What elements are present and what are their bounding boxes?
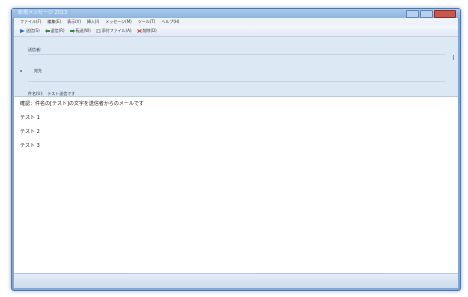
delete-button-label: 削除(D) bbox=[142, 28, 157, 33]
menu-message[interactable]: メッセージ(M) bbox=[105, 19, 132, 25]
attach-icon bbox=[96, 29, 100, 33]
toolbar: 送信(S) 返信(R) 転送(W) 添付ファイル(A) 削除(D) bbox=[14, 26, 458, 37]
body-text-line: 確認：件名の[テスト]の文字を送信者からのメールです bbox=[20, 101, 144, 107]
send-button-label: 送信(S) bbox=[26, 28, 40, 33]
reply-button[interactable]: 返信(R) bbox=[44, 28, 65, 34]
sender-label: 送信者: bbox=[28, 47, 42, 52]
subject-label: 件名(U): bbox=[28, 91, 44, 96]
message-body[interactable]: 確認：件名の[テスト]の文字を送信者からのメールです テスト 1 テスト 2 テ… bbox=[14, 97, 458, 273]
body-text-line: テスト 3 bbox=[20, 143, 40, 149]
body-text-line: テスト 1 bbox=[20, 115, 40, 121]
attach-button[interactable]: 添付ファイル(A) bbox=[96, 28, 132, 34]
title-bar[interactable]: 新規メッセージ 2013 bbox=[12, 9, 460, 18]
close-button[interactable] bbox=[434, 10, 456, 18]
reply-button-label: 返信(R) bbox=[50, 28, 65, 33]
header-divider bbox=[28, 54, 446, 55]
forward-button-label: 転送(W) bbox=[75, 28, 91, 33]
menu-help[interactable]: ヘルプ(H) bbox=[161, 19, 179, 25]
status-bar bbox=[14, 273, 458, 288]
menu-view[interactable]: 表示(V) bbox=[67, 19, 81, 25]
menu-tools[interactable]: ツール(T) bbox=[138, 19, 156, 25]
reply-icon bbox=[44, 29, 50, 33]
mail-compose-window: 新規メッセージ 2013 ファイル(F) 編集(E) 表示(V) 挿入(I) メ… bbox=[11, 8, 461, 291]
message-header: 送信者: 宛先 件名(U): テスト送信です bbox=[14, 37, 458, 97]
menu-bar: ファイル(F) 編集(E) 表示(V) 挿入(I) メッセージ(M) ツール(T… bbox=[14, 18, 458, 26]
attach-button-label: 添付ファイル(A) bbox=[101, 28, 132, 33]
minimize-button[interactable] bbox=[406, 10, 419, 18]
delete-icon bbox=[136, 29, 142, 33]
to-label[interactable]: 宛先 bbox=[34, 68, 42, 74]
maximize-button[interactable] bbox=[420, 10, 433, 18]
menu-insert[interactable]: 挿入(I) bbox=[87, 19, 99, 25]
body-text-line: テスト 2 bbox=[20, 129, 40, 135]
bullet-icon bbox=[20, 70, 22, 72]
send-icon bbox=[20, 29, 25, 33]
forward-icon bbox=[69, 29, 75, 33]
resize-marker bbox=[453, 55, 454, 60]
menu-file[interactable]: ファイル(F) bbox=[20, 19, 41, 25]
delete-button[interactable]: 削除(D) bbox=[136, 28, 157, 34]
window-controls bbox=[406, 10, 456, 18]
window-title: 新規メッセージ 2013 bbox=[18, 10, 68, 16]
header-divider bbox=[28, 81, 446, 82]
subject-value: テスト送信です bbox=[47, 91, 76, 96]
menu-edit[interactable]: 編集(E) bbox=[47, 19, 61, 25]
send-button[interactable]: 送信(S) bbox=[20, 28, 40, 34]
forward-button[interactable]: 転送(W) bbox=[69, 28, 91, 34]
